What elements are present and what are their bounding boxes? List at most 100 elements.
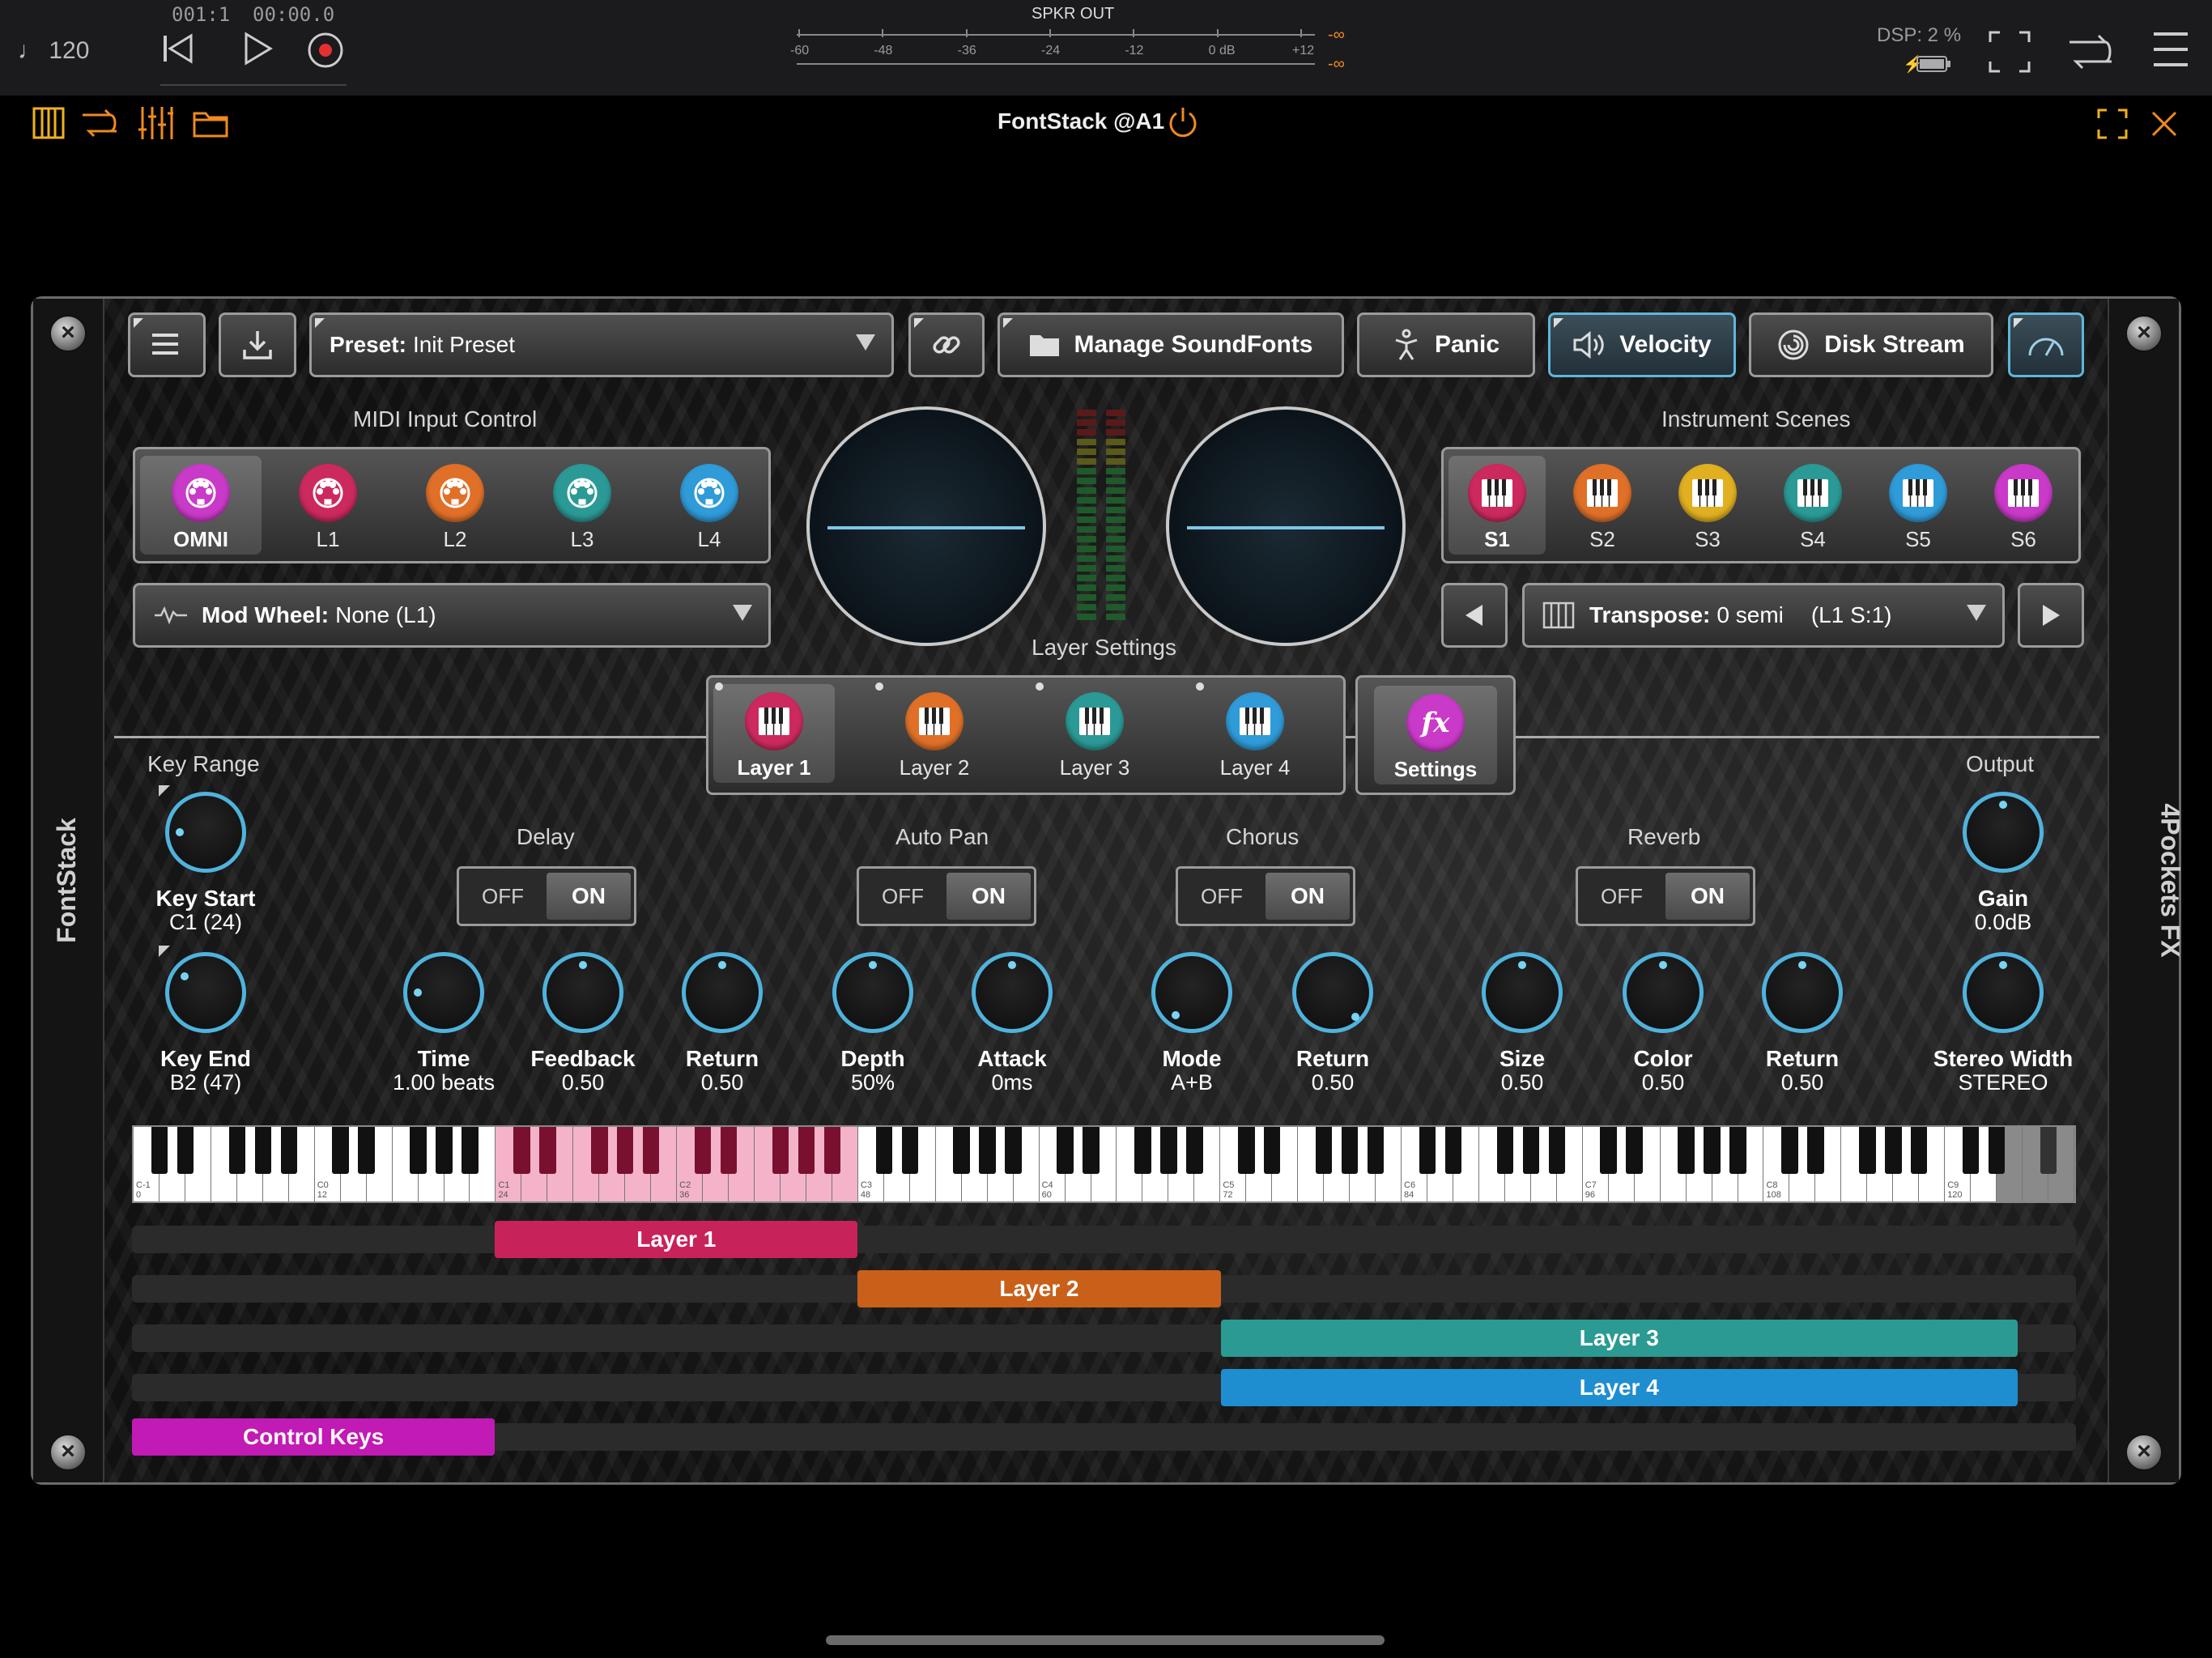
- black-key[interactable]: [591, 1127, 608, 1174]
- black-key[interactable]: [642, 1127, 660, 1174]
- key-start-knob[interactable]: [165, 792, 246, 873]
- autopan-toggle[interactable]: OFF ON: [857, 866, 1036, 926]
- range-bar-layer-4[interactable]: Layer 4: [1220, 1369, 2018, 1406]
- scene-4[interactable]: S4: [1764, 456, 1861, 555]
- black-key[interactable]: [1678, 1127, 1695, 1174]
- black-key[interactable]: [513, 1127, 530, 1174]
- keyboard-view-icon[interactable]: [32, 107, 65, 143]
- layer-tab-4[interactable]: Layer 4: [1194, 684, 1316, 783]
- black-key[interactable]: [1911, 1127, 1928, 1174]
- reverb-color-knob[interactable]: [1623, 952, 1704, 1033]
- black-key[interactable]: [979, 1127, 996, 1174]
- stereo-width-knob[interactable]: [1963, 952, 2044, 1033]
- delay-feedback-knob[interactable]: [542, 952, 623, 1033]
- midi-channel-1[interactable]: OMNI: [140, 456, 262, 555]
- mod-wheel-select[interactable]: Mod Wheel: None (L1): [133, 583, 771, 648]
- black-key[interactable]: [1859, 1127, 1876, 1174]
- piano-keyboard[interactable]: C-1 0 C0 12 C1 24 C2 36 C3 48 C4 60 C5 72 C6 84 C7 96 C8 10…: [132, 1125, 2076, 1203]
- layer-tab-1[interactable]: Layer 1: [713, 684, 835, 783]
- performance-button[interactable]: [2008, 312, 2084, 377]
- gain-knob[interactable]: [1963, 792, 2044, 873]
- black-key[interactable]: [720, 1127, 738, 1174]
- close-plugin-icon[interactable]: [2150, 110, 2178, 142]
- black-key[interactable]: [901, 1127, 919, 1174]
- black-key[interactable]: [1341, 1127, 1359, 1174]
- scene-5[interactable]: S5: [1870, 456, 1967, 555]
- delay-toggle[interactable]: OFF ON: [457, 866, 636, 926]
- transpose-select[interactable]: Transpose: 0 semi (L1 S:1): [1522, 583, 2005, 648]
- mixer-view-icon[interactable]: [138, 105, 173, 145]
- fx-settings-chip[interactable]: fx Settings: [1374, 686, 1497, 784]
- black-key[interactable]: [1134, 1127, 1151, 1174]
- black-key[interactable]: [1704, 1127, 1721, 1174]
- reverb-size-knob[interactable]: [1482, 952, 1563, 1033]
- black-key[interactable]: [1548, 1127, 1566, 1174]
- save-button[interactable]: [219, 312, 296, 377]
- routing-icon[interactable]: [2066, 28, 2115, 80]
- reverb-return-knob[interactable]: [1762, 952, 1843, 1033]
- power-icon[interactable]: [1166, 105, 1200, 143]
- black-key[interactable]: [1496, 1127, 1514, 1174]
- folder-icon[interactable]: [193, 108, 228, 142]
- delay-return-knob[interactable]: [682, 952, 763, 1033]
- black-key[interactable]: [254, 1127, 272, 1174]
- scene-3[interactable]: S3: [1659, 456, 1756, 555]
- black-key[interactable]: [1781, 1127, 1798, 1174]
- midi-channel-4[interactable]: L3: [521, 456, 643, 555]
- layer-tab-2[interactable]: Layer 2: [874, 684, 995, 783]
- transpose-prev-button[interactable]: [1441, 583, 1508, 648]
- black-key[interactable]: [358, 1127, 375, 1174]
- black-key[interactable]: [332, 1127, 349, 1174]
- black-key[interactable]: [694, 1127, 712, 1174]
- black-key[interactable]: [1238, 1127, 1255, 1174]
- black-key[interactable]: [617, 1127, 634, 1174]
- fullscreen-host-icon[interactable]: [1989, 31, 2031, 77]
- black-key[interactable]: [1264, 1127, 1281, 1174]
- black-key[interactable]: [2040, 1127, 2057, 1174]
- black-key[interactable]: [1057, 1127, 1074, 1174]
- black-key[interactable]: [410, 1127, 427, 1174]
- range-bar-control-keys[interactable]: Control Keys: [132, 1418, 496, 1456]
- rewind-icon[interactable]: [160, 31, 196, 74]
- autopan-attack-knob[interactable]: [972, 952, 1053, 1033]
- black-key[interactable]: [953, 1127, 970, 1174]
- black-key[interactable]: [1315, 1127, 1333, 1174]
- black-key[interactable]: [228, 1127, 246, 1174]
- black-key[interactable]: [1083, 1127, 1100, 1174]
- midi-channel-2[interactable]: L1: [267, 456, 389, 555]
- preset-select[interactable]: Preset: Init Preset: [309, 312, 894, 377]
- black-key[interactable]: [1988, 1127, 2006, 1174]
- black-key[interactable]: [798, 1127, 815, 1174]
- black-key[interactable]: [1600, 1127, 1617, 1174]
- black-key[interactable]: [1005, 1127, 1022, 1174]
- black-key[interactable]: [1885, 1127, 1902, 1174]
- black-key[interactable]: [539, 1127, 556, 1174]
- black-key[interactable]: [151, 1127, 168, 1174]
- disk-stream-button[interactable]: Disk Stream: [1749, 312, 1993, 377]
- black-key[interactable]: [462, 1127, 479, 1174]
- black-key[interactable]: [1419, 1127, 1436, 1174]
- chorus-toggle[interactable]: OFF ON: [1176, 866, 1355, 926]
- chorus-mode-knob[interactable]: [1151, 952, 1232, 1033]
- black-key[interactable]: [436, 1127, 453, 1174]
- black-key[interactable]: [1626, 1127, 1643, 1174]
- scene-6[interactable]: S6: [1975, 456, 2072, 555]
- layer-tab-3[interactable]: Layer 3: [1034, 684, 1155, 783]
- scene-1[interactable]: S1: [1448, 456, 1546, 555]
- black-key[interactable]: [875, 1127, 893, 1174]
- play-icon[interactable]: [240, 31, 275, 74]
- record-icon[interactable]: [306, 31, 345, 77]
- midi-channel-5[interactable]: L4: [649, 456, 770, 555]
- panic-button[interactable]: Panic: [1357, 312, 1535, 377]
- autopan-depth-knob[interactable]: [832, 952, 913, 1033]
- transpose-next-button[interactable]: [2018, 583, 2084, 648]
- black-key[interactable]: [1807, 1127, 1824, 1174]
- black-key[interactable]: [823, 1127, 841, 1174]
- delay-time-knob[interactable]: [403, 952, 484, 1033]
- key-end-knob[interactable]: [165, 952, 246, 1033]
- black-key[interactable]: [1367, 1127, 1385, 1174]
- reverb-toggle[interactable]: OFF ON: [1576, 866, 1755, 926]
- velocity-button[interactable]: Velocity: [1548, 312, 1736, 377]
- black-key[interactable]: [280, 1127, 297, 1174]
- fx-settings-button[interactable]: fx Settings: [1355, 675, 1516, 795]
